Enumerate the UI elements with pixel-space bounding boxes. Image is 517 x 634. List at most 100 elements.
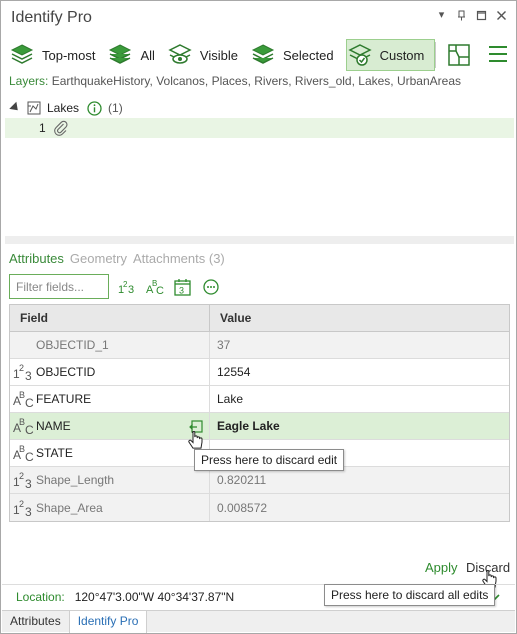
field-cell: 123 OBJECTID — [10, 359, 210, 385]
text-type-icon: ABC — [13, 444, 34, 464]
hamburger-icon[interactable] — [489, 46, 507, 62]
layers-label: Layers: — [9, 74, 49, 88]
value-cell: 37 — [210, 332, 509, 358]
field-name: OBJECTID_1 — [36, 338, 109, 352]
map-icon[interactable] — [446, 42, 472, 68]
tab-attributes[interactable]: Attributes — [9, 251, 64, 266]
tab-geometry[interactable]: Geometry — [70, 251, 127, 266]
svg-text:3: 3 — [128, 284, 134, 296]
header-value[interactable]: Value — [210, 305, 509, 331]
filter-fields-input[interactable] — [9, 274, 109, 299]
field-cell: ABC FEATURE — [10, 386, 210, 412]
layers-all-icon — [109, 44, 132, 64]
pin-icon[interactable] — [456, 10, 467, 21]
discard-edit-tooltip: Press here to discard edit — [194, 449, 345, 471]
table-row[interactable]: 123 OBJECTID 12554 — [10, 359, 509, 386]
tree-feature-row[interactable]: 1 — [5, 118, 514, 138]
field-value: 0.008572 — [217, 500, 268, 515]
field-cell: 123 Shape_Area — [10, 494, 210, 521]
selected-label: Selected — [282, 47, 334, 63]
custom-label: Custom — [379, 47, 425, 63]
location-label: Location: — [16, 590, 65, 604]
field-value: Eagle Lake — [217, 419, 280, 433]
table-row[interactable]: ABC NAME Eagle Lake — [10, 413, 509, 440]
top-most-button[interactable]: Top-most — [9, 39, 107, 71]
all-button[interactable]: All — [107, 39, 166, 71]
results-tree: Lakes (1) 1 — [5, 96, 514, 236]
chevron-down-icon[interactable]: ▾ — [436, 10, 447, 21]
numeric-type-icon: 123 — [13, 498, 32, 519]
layers-custom-icon — [347, 44, 372, 66]
layers-value: EarthquakeHistory, Volcanos, Places, Riv… — [51, 74, 461, 88]
visible-button[interactable]: Visible — [167, 39, 250, 71]
field-value: Lake — [217, 392, 244, 406]
numeric-type-icon: 123 — [13, 471, 32, 491]
field-name: Shape_Length — [36, 473, 115, 487]
dock-tab-attributes[interactable]: Attributes — [2, 611, 70, 633]
field-value: 37 — [217, 338, 231, 352]
attributes-grid: Field Value OBJECTID_1 37 123 OBJECTID 1… — [9, 304, 510, 522]
layers-summary: Layers: EarthquakeHistory, Volcanos, Pla… — [9, 74, 461, 88]
text-type-icon: ABC — [13, 417, 34, 437]
grid-header: Field Value — [10, 305, 509, 332]
discard-all-tooltip: Press here to discard all edits — [324, 584, 496, 606]
text-type-icon: ABC — [13, 390, 34, 410]
value-cell: 0.008572 — [210, 494, 509, 521]
field-cell: OBJECTID_1 — [10, 332, 210, 358]
apply-button[interactable]: Apply — [425, 560, 458, 575]
top-most-label: Top-most — [42, 47, 96, 63]
table-row[interactable]: OBJECTID_1 37 — [10, 332, 509, 359]
numeric-fields-icon[interactable]: 1 2 3 — [117, 277, 137, 297]
toolbar-separator — [435, 42, 437, 68]
tab-attachments[interactable]: Attachments (3) — [133, 251, 225, 266]
more-options-icon[interactable] — [201, 277, 221, 297]
identify-toolbar: Top-most All Visible Selected Custom — [9, 39, 472, 71]
field-cell: 123 Shape_Length — [10, 467, 210, 493]
field-name: OBJECTID — [36, 365, 96, 379]
tree-layer-row[interactable]: Lakes (1) — [5, 98, 514, 118]
polygon-layer-icon — [27, 101, 41, 115]
dock-tab-identify-pro[interactable]: Identify Pro — [69, 611, 148, 633]
field-value: 0.820211 — [217, 473, 267, 487]
tree-layer-count: (1) — [108, 101, 123, 115]
field-value: 12554 — [217, 365, 251, 379]
info-icon[interactable] — [87, 100, 102, 116]
layers-top-icon — [10, 44, 34, 64]
numeric-type-icon: 123 — [13, 363, 32, 383]
value-cell[interactable]: Eagle Lake — [210, 413, 509, 439]
field-name: NAME — [36, 419, 71, 433]
field-name: FEATURE — [36, 392, 92, 406]
field-name: STATE — [36, 446, 73, 460]
expand-icon[interactable] — [9, 101, 22, 114]
location-value: 120°47'3.00"W 40°34'37.87"N — [74, 590, 235, 604]
table-row[interactable]: 123 Shape_Area 0.008572 — [10, 494, 509, 521]
dock-tabs: Attributes Identify Pro — [2, 610, 515, 633]
maximize-icon[interactable] — [476, 10, 487, 21]
window-controls: ▾ — [436, 10, 507, 21]
identify-pro-pane: Identify Pro ▾ Top-most All Visible Sele… — [0, 0, 517, 634]
field-cell: ABC STATE — [10, 440, 210, 466]
visible-label: Visible — [199, 47, 238, 63]
panel-splitter[interactable] — [5, 236, 514, 244]
tree-layer-name: Lakes — [47, 101, 80, 115]
tree-feature-id: 1 — [39, 121, 46, 135]
layers-selected-icon — [251, 44, 275, 64]
all-label: All — [140, 47, 155, 63]
text-fields-icon[interactable]: A B C — [145, 277, 165, 297]
custom-button[interactable]: Custom — [345, 39, 436, 71]
paperclip-icon — [53, 120, 68, 136]
table-row[interactable]: ABC FEATURE Lake — [10, 386, 509, 413]
filter-row: 1 2 3 A B C 3 — [9, 274, 221, 299]
svg-text:3: 3 — [179, 285, 184, 295]
no-type-icon — [13, 337, 33, 353]
selected-button[interactable]: Selected — [250, 39, 346, 71]
detail-tabs: Attributes Geometry Attachments (3) — [9, 251, 225, 266]
close-icon[interactable] — [496, 10, 507, 21]
table-row[interactable]: 123 Shape_Length 0.820211 — [10, 467, 509, 494]
value-cell[interactable]: Lake — [210, 386, 509, 412]
date-fields-icon[interactable]: 3 — [173, 277, 193, 297]
field-name: Shape_Area — [36, 500, 103, 515]
field-cell: ABC NAME — [10, 413, 210, 439]
value-cell[interactable]: 12554 — [210, 359, 509, 385]
header-field[interactable]: Field — [10, 305, 210, 331]
